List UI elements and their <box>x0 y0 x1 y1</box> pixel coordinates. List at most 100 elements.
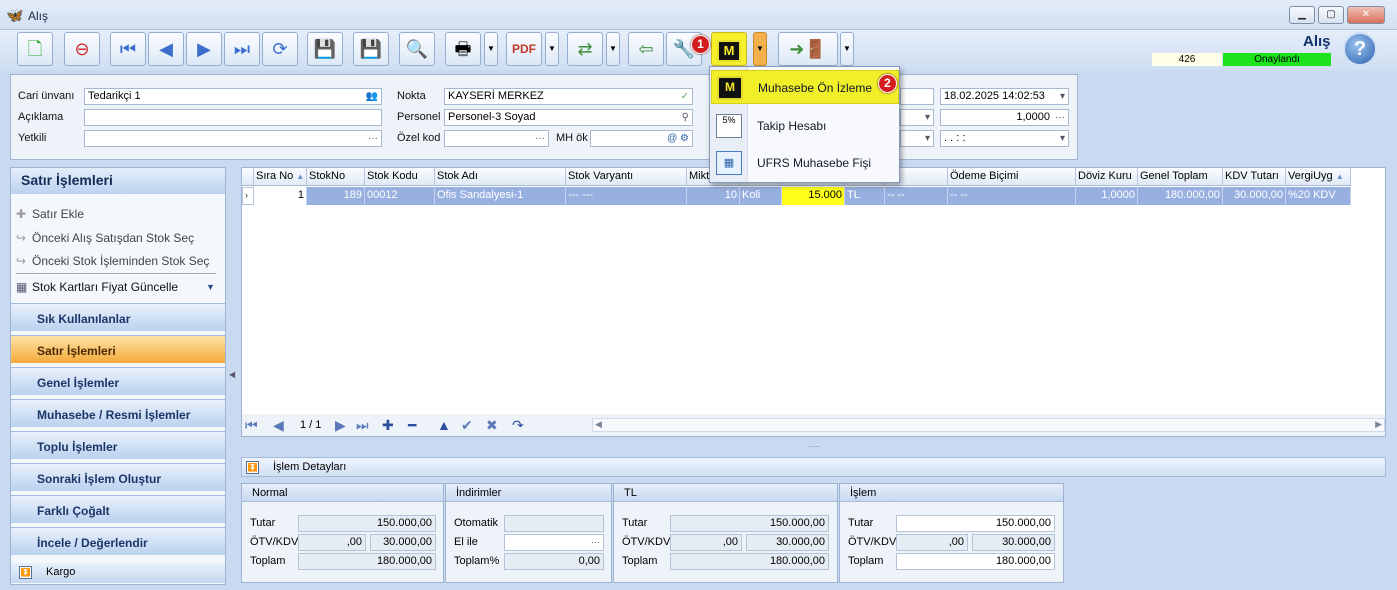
save-button[interactable]: 💾 <box>307 32 343 66</box>
chevron-down-icon[interactable]: ▾ <box>925 131 930 146</box>
nav-up-icon[interactable]: ▲ <box>437 417 451 433</box>
refresh-button[interactable]: ⟳ <box>262 32 298 66</box>
last-record-button[interactable]: ⏭ <box>224 32 260 66</box>
ellipsis-icon[interactable]: ··· <box>535 131 545 146</box>
ellipsis-icon[interactable]: ··· <box>1055 110 1065 125</box>
date-field[interactable]: 18.02.2025 14:02:53 ▾ <box>940 88 1069 105</box>
cell-sira-no[interactable]: 1 <box>254 187 307 205</box>
menu-item-takip-hesabi[interactable]: 5% Takip Hesabı <box>711 109 899 143</box>
chevron-down-icon[interactable]: ▾ <box>1060 89 1065 104</box>
muhasebe-button[interactable]: M <box>711 32 747 66</box>
chevron-down-icon[interactable]: ▾ <box>925 110 930 125</box>
kargo-section[interactable]: ⏬ Kargo <box>11 563 225 583</box>
col-doviz-kuru[interactable]: Döviz Kuru <box>1076 168 1138 186</box>
row-indicator[interactable]: › <box>242 187 254 205</box>
cell-stok-adi[interactable]: Ofis Sandalyesi-1 <box>435 187 566 205</box>
chevron-down-icon[interactable]: ▾ <box>1060 131 1065 146</box>
transfer-dropdown[interactable]: ▼ <box>606 32 620 66</box>
nav-last-icon[interactable]: ⏭ <box>356 417 369 434</box>
cell-stok-varyanti[interactable]: --- --- <box>566 187 687 205</box>
yetkili-field[interactable]: ··· <box>84 130 382 147</box>
nav-next-icon[interactable]: ▶ <box>335 417 346 434</box>
satir-ekle-item[interactable]: ✚ Satır Ekle <box>16 207 84 221</box>
close-button[interactable]: ✕ <box>1347 6 1385 24</box>
nav-prev-icon[interactable]: ◀ <box>273 417 284 434</box>
horizontal-scrollbar[interactable]: ◀ ▶ <box>592 418 1385 432</box>
nav-genel-islemler[interactable]: Genel İşlemler <box>11 367 225 395</box>
check-icon[interactable]: ✓ <box>681 89 689 104</box>
ellipsis-icon[interactable]: ··· <box>368 131 378 146</box>
onceki-alis-item[interactable]: ↪ Önceki Alış Satışdan Stok Seç <box>16 231 194 245</box>
nav-first-icon[interactable]: ⏮ <box>245 417 258 434</box>
print-dropdown[interactable]: ▼ <box>484 32 498 66</box>
preview-button[interactable]: 🔍 <box>399 32 435 66</box>
at-icon[interactable]: @ ⚙ <box>667 131 689 146</box>
nav-add-icon[interactable]: ✚ <box>382 417 394 434</box>
ozel-kod-field[interactable]: ··· <box>444 130 549 147</box>
nav-remove-icon[interactable]: ━ <box>408 417 416 434</box>
cancel-save-button[interactable]: 💾 <box>353 32 389 66</box>
cell-doviz-kuru[interactable]: 1,0000 <box>1076 187 1138 205</box>
cell-vergi-uyg[interactable]: %20 KDV <box>1286 187 1351 205</box>
nav-sonraki-islem[interactable]: Sonraki İşlem Oluştur <box>11 463 225 491</box>
next-record-button[interactable]: ▶ <box>186 32 222 66</box>
cell-kdv-tutari[interactable]: 30.000,00 <box>1223 187 1286 205</box>
rate-field[interactable]: 1,0000 ··· <box>940 109 1069 126</box>
nav-cancel-icon[interactable]: ✖ <box>486 417 498 434</box>
col-vergi-uyg[interactable]: VergiUyg ▲ <box>1286 168 1351 186</box>
nav-satir-islemleri[interactable]: Satır İşlemleri <box>11 335 225 363</box>
time-field[interactable]: . . : : ▾ <box>940 130 1069 147</box>
cell-fiyat[interactable]: 15.000 <box>782 187 845 205</box>
col-stok-kodu[interactable]: Stok Kodu <box>365 168 435 186</box>
people-icon[interactable]: 👥 <box>366 89 378 104</box>
collapse-arrow-icon[interactable]: ◀ <box>229 370 235 379</box>
splitter-handle[interactable]: ····· <box>241 443 1386 451</box>
cell-doviz[interactable]: TL <box>845 187 885 205</box>
import-button[interactable]: ⇦ <box>628 32 664 66</box>
print-button[interactable]: 🖶 <box>445 32 481 66</box>
pdf-dropdown[interactable]: ▼ <box>545 32 559 66</box>
nav-farkli-cogalt[interactable]: Farklı Çoğalt <box>11 495 225 523</box>
menu-item-muhasebe-on-izleme[interactable]: M Muhasebe Ön İzleme <box>711 70 899 104</box>
col-stok-varyanti[interactable]: Stok Varyantı <box>566 168 687 186</box>
pdf-button[interactable]: PDF <box>506 32 542 66</box>
help-button[interactable]: ? <box>1343 32 1377 66</box>
cari-unvani-field[interactable]: Tedarikçi 1 👥 <box>84 88 382 105</box>
nav-refresh-icon[interactable]: ↷ <box>512 417 524 434</box>
date-prefix-field[interactable] <box>900 88 934 105</box>
col-stok-adi[interactable]: Stok Adı <box>435 168 566 186</box>
cell-stok-kodu[interactable]: 00012 <box>365 187 435 205</box>
col-genel-toplam[interactable]: Genel Toplam <box>1138 168 1223 186</box>
aciklama-field[interactable] <box>84 109 382 126</box>
nokta-field[interactable]: KAYSERİ MERKEZ ✓ <box>444 88 693 105</box>
col-kdv-tutari[interactable]: KDV Tutarı <box>1223 168 1286 186</box>
mh-ok-field[interactable]: @ ⚙ <box>590 130 693 147</box>
first-record-button[interactable]: ⏮ <box>110 32 146 66</box>
cell-stokno[interactable]: 189 <box>307 187 365 205</box>
type-select[interactable]: ▾ <box>900 130 934 147</box>
prev-record-button[interactable]: ◀ <box>148 32 184 66</box>
nav-muhasebe-resmi[interactable]: Muhasebe / Resmi İşlemler <box>11 399 225 427</box>
new-document-button[interactable]: 🗋 <box>17 32 53 66</box>
maximize-button[interactable]: ▢ <box>1318 6 1344 24</box>
exit-button[interactable]: ➜🚪 <box>778 32 838 66</box>
el-ile-field[interactable]: ··· <box>504 534 604 551</box>
cell-birim[interactable]: Koli <box>740 187 782 205</box>
nav-check-icon[interactable]: ✔ <box>461 417 473 434</box>
transfer-button[interactable]: ⇄ <box>567 32 603 66</box>
cell-x[interactable]: -- -- <box>885 187 948 205</box>
nav-sik-kullanilanlar[interactable]: Sık Kullanılanlar <box>11 303 225 331</box>
nav-toplu-islemler[interactable]: Toplu İşlemler <box>11 431 225 459</box>
col-stokno[interactable]: StokNo <box>307 168 365 186</box>
exit-dropdown[interactable]: ▼ <box>840 32 854 66</box>
islem-detaylari-bar[interactable]: ⏬ İşlem Detayları <box>241 457 1386 477</box>
nav-incele[interactable]: İncele / Değerlendir <box>11 527 225 555</box>
ellipsis-icon[interactable]: ··· <box>591 537 600 547</box>
chevron-down-icon[interactable]: ▼ <box>206 282 215 292</box>
currency-select[interactable]: ▾ <box>900 109 934 126</box>
cell-miktar[interactable]: 10 <box>687 187 740 205</box>
col-odeme-bicimi[interactable]: Ödeme Biçimi <box>948 168 1076 186</box>
personel-field[interactable]: Personel-3 Soyad ⚲ <box>444 109 693 126</box>
cell-odeme-bicimi[interactable]: -- -- <box>948 187 1076 205</box>
onceki-stok-item[interactable]: ↪ Önceki Stok İşleminden Stok Seç <box>16 254 209 268</box>
